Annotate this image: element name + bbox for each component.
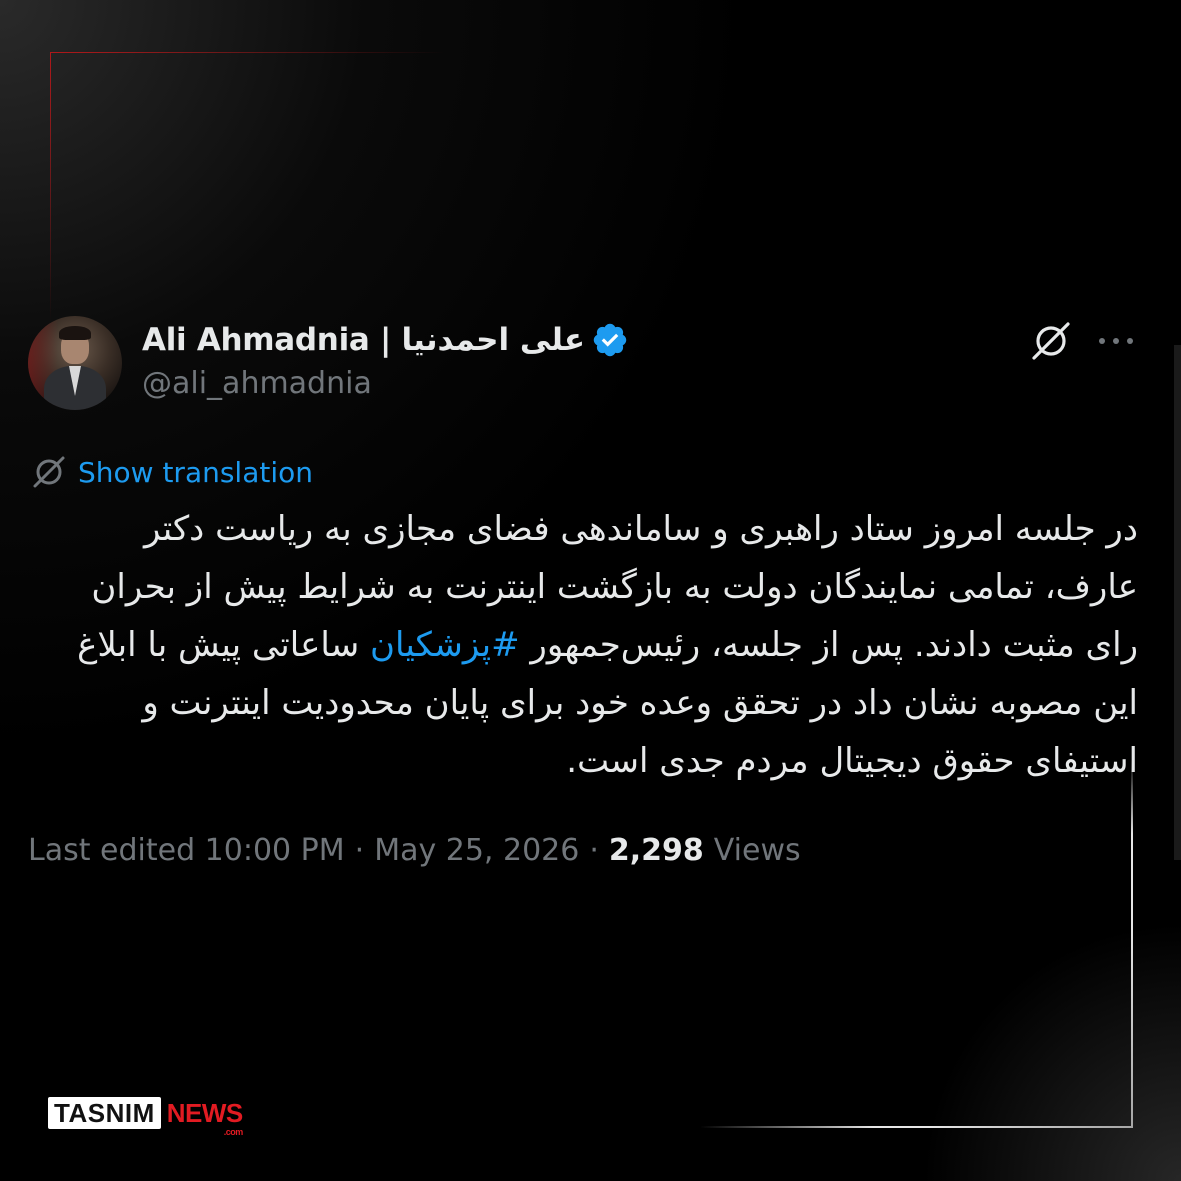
- views-label: Views: [713, 832, 801, 868]
- tweet-date[interactable]: May 25, 2026: [374, 833, 579, 868]
- frame-white-bottom-line: [700, 1126, 1133, 1128]
- frame-red-top-line: [50, 52, 445, 53]
- last-edited-time[interactable]: Last edited 10:00 PM: [28, 833, 345, 868]
- show-translation-row[interactable]: Show translation: [30, 452, 313, 492]
- hashtag-link[interactable]: #پزشکیان: [370, 625, 520, 665]
- logo-news-text: NEWS: [166, 1097, 244, 1128]
- globe-translate-icon: [33, 456, 65, 488]
- logo-dotcom: .com: [223, 1126, 244, 1137]
- avatar-hair: [59, 326, 91, 340]
- avatar[interactable]: [28, 316, 122, 410]
- frame-red-left-line: [50, 52, 51, 322]
- author-handle[interactable]: @ali_ahmadnia: [142, 366, 372, 401]
- show-translation-link[interactable]: Show translation: [78, 456, 313, 489]
- verified-badge-icon: [593, 323, 627, 357]
- scrollbar[interactable]: [1174, 345, 1181, 860]
- author-name-row[interactable]: Ali Ahmadnia | علی احمدنیا: [142, 318, 629, 362]
- grok-icon[interactable]: [1028, 318, 1074, 364]
- views-count: 2,298: [608, 832, 704, 868]
- tweet-meta-row: Last edited 10:00 PM · May 25, 2026 · 2,…: [28, 828, 801, 872]
- tasnim-news-logo: TASNIM NEWS .com: [48, 1096, 244, 1137]
- tweet-screenshot-card: Ali Ahmadnia | علی احمدنیا @ali_ahmadnia…: [0, 0, 1181, 1181]
- meta-separator: ·: [354, 832, 365, 868]
- logo-news: NEWS .com: [166, 1097, 244, 1137]
- more-icon[interactable]: [1096, 333, 1136, 349]
- logo-brand: TASNIM: [48, 1097, 161, 1129]
- meta-separator: ·: [589, 832, 599, 868]
- frame-white-right-line: [1131, 760, 1133, 1128]
- tweet-body-text: در جلسه امروز ستاد راهبری و ساماندهی فضا…: [40, 500, 1138, 790]
- author-display-name[interactable]: Ali Ahmadnia | علی احمدنیا: [142, 322, 585, 358]
